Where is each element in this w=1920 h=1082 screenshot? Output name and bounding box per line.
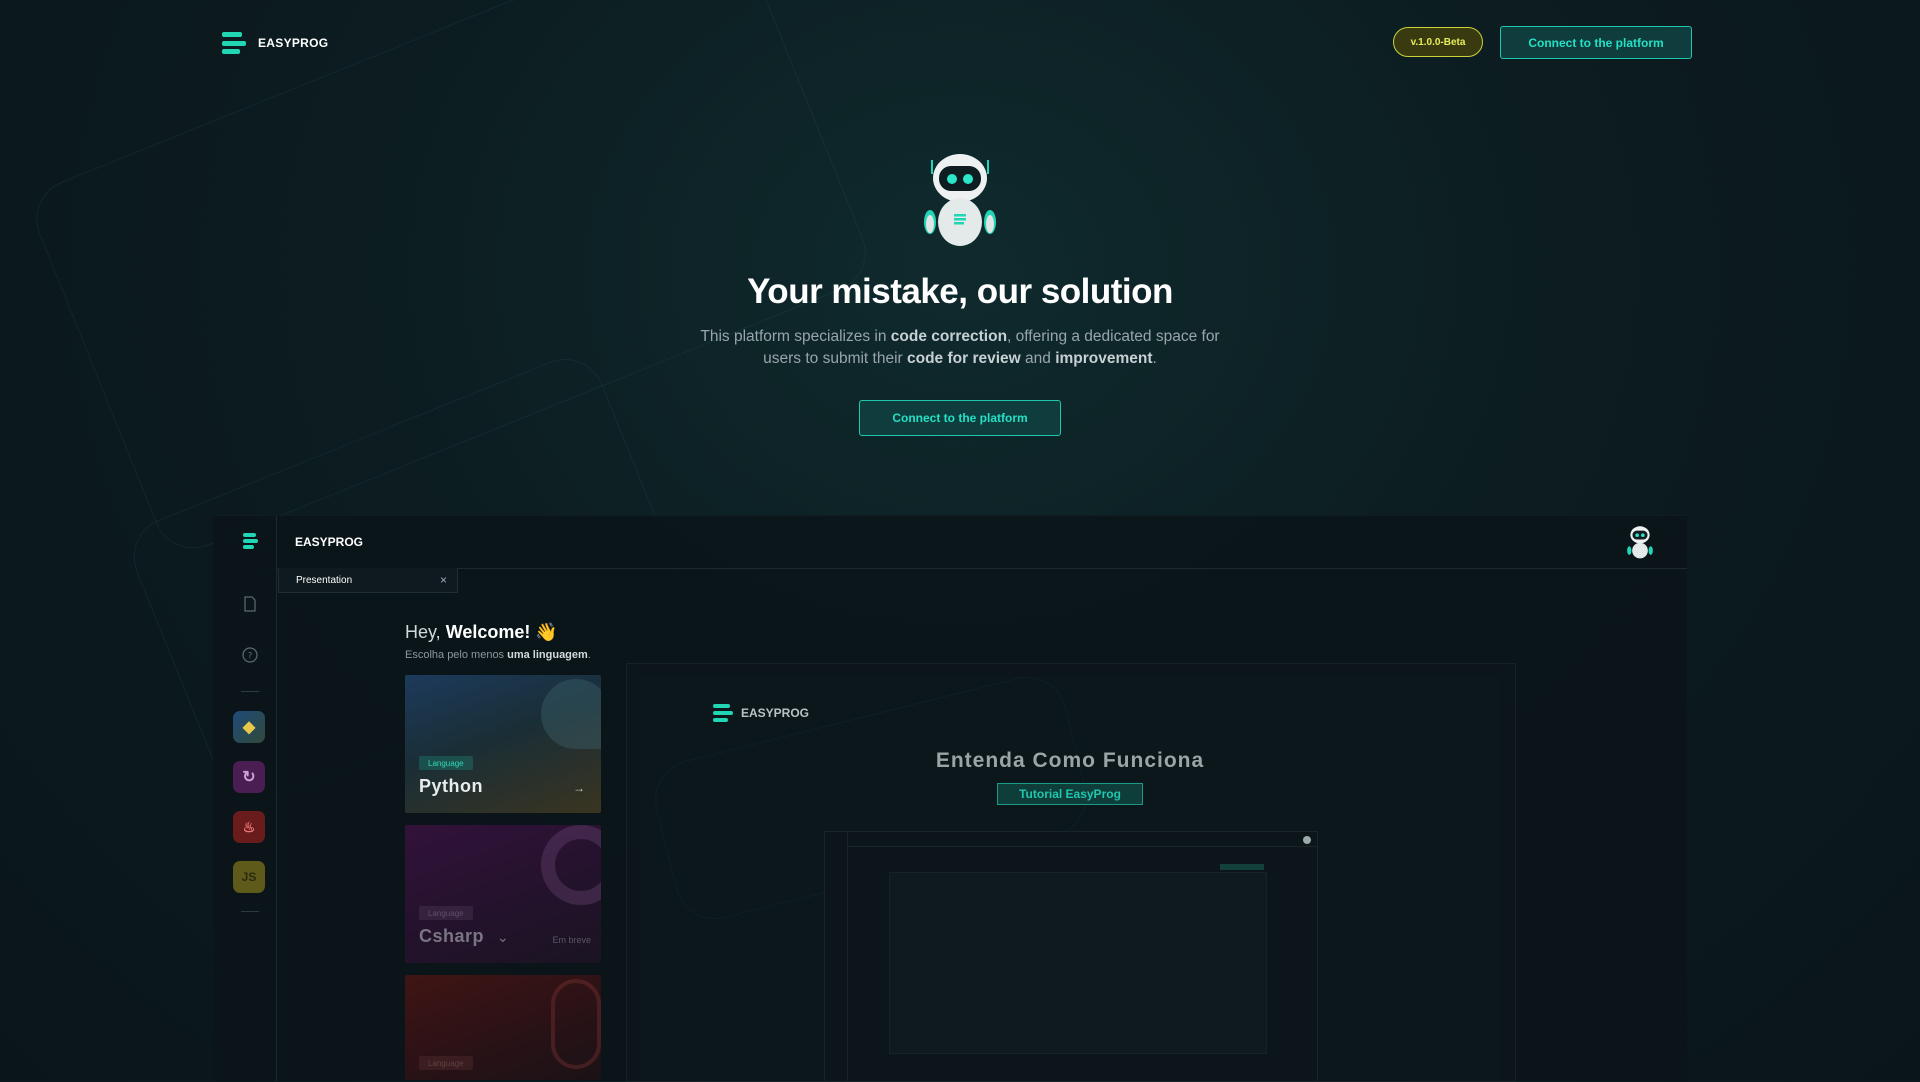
connect-button-header[interactable]: Connect to the platform: [1500, 26, 1692, 59]
java-icon[interactable]: ♨: [233, 811, 265, 843]
sidebar-divider: [241, 911, 259, 912]
preview-title: Entenda Como Funciona: [935, 749, 1205, 772]
language-card-csharp[interactable]: Language Csharp ⌄ Em breve: [405, 825, 601, 963]
version-badge: v.1.0.0-Beta: [1393, 27, 1483, 57]
javascript-icon[interactable]: JS: [233, 861, 265, 893]
csharp-logo-icon: [541, 825, 601, 905]
nav-logo[interactable]: EASYPROG: [222, 32, 328, 54]
sidebar-divider: [241, 691, 259, 692]
robot-mascot-icon: [924, 154, 996, 246]
mini-app-screenshot: [824, 831, 1318, 1082]
hero-title: Your mistake, our solution: [747, 272, 1173, 311]
language-name: Python: [419, 776, 483, 796]
language-card-python[interactable]: Language Python →: [405, 675, 601, 813]
welcome-subtitle: Escolha pelo menos uma linguagem.: [405, 649, 591, 661]
mini-sidebar: [825, 832, 848, 1081]
file-icon[interactable]: [242, 596, 258, 612]
java-logo-icon: [551, 979, 601, 1069]
mini-topbar: [847, 846, 1317, 847]
language-tag: Language: [419, 906, 473, 920]
welcome-heading: Hey, Welcome! 👋: [405, 622, 558, 642]
svg-text:?: ?: [248, 652, 253, 662]
language-card-java[interactable]: Language: [405, 975, 601, 1080]
tab-presentation[interactable]: Presentation ×: [278, 568, 458, 593]
chevron-down-icon: ⌄: [497, 929, 509, 945]
close-icon[interactable]: ×: [440, 573, 447, 587]
preview-logo-icon: [713, 704, 733, 722]
robot-avatar-icon[interactable]: [1625, 524, 1655, 560]
wave-emoji-icon: 👋: [535, 622, 558, 642]
mini-avatar: [1303, 836, 1311, 844]
app-logo-icon[interactable]: [243, 533, 258, 549]
tab-label: Presentation: [296, 574, 353, 586]
connect-button-hero[interactable]: Connect to the platform: [859, 400, 1061, 436]
help-icon[interactable]: ?: [242, 647, 258, 663]
preview-brand: EASYPROG: [713, 704, 809, 722]
tutorial-button[interactable]: Tutorial EasyProg: [997, 783, 1143, 805]
csharp-icon[interactable]: ↻: [233, 761, 265, 793]
brand-name: EASYPROG: [258, 36, 329, 50]
arrow-right-icon: →: [573, 781, 585, 795]
app-topbar: [276, 516, 1687, 569]
mini-run-button: [1220, 864, 1264, 870]
easyprog-logo-icon: [222, 32, 246, 54]
app-brand-name: EASYPROG: [295, 535, 364, 549]
mini-editor: [889, 872, 1267, 1054]
python-logo-icon: [541, 679, 601, 749]
python-icon[interactable]: ◆: [233, 711, 265, 743]
coming-soon-label: Em breve: [552, 935, 591, 945]
language-tag: Language: [419, 756, 473, 770]
language-name: Csharp: [419, 926, 485, 946]
language-tag: Language: [419, 1056, 473, 1070]
hero-description: This platform specializes in code correc…: [700, 328, 1220, 367]
